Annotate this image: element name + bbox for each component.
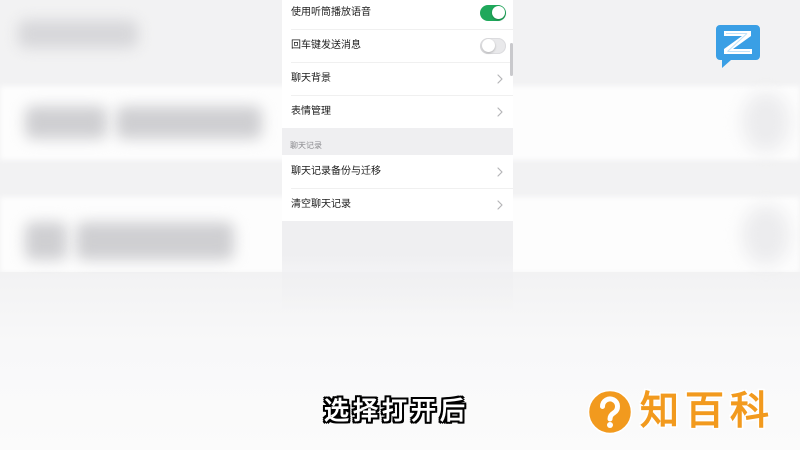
setting-label: 聊天记录备份与迁移 [291,165,381,177]
setting-row-backup-migrate[interactable]: 聊天记录备份与迁移 [282,155,513,188]
setting-label: 清空聊天记录 [291,198,351,210]
chevron-right-icon [497,166,503,177]
blurred-row-text [76,222,234,260]
setting-row-chat-background[interactable]: 聊天背景 [282,62,513,95]
toggle-knob [481,39,495,52]
blurred-page-title [18,20,138,48]
enter-to-send-toggle[interactable] [480,37,506,54]
video-subtitle: 选择打开后 [324,396,470,425]
scroll-indicator[interactable] [510,43,513,76]
blurred-row-text [25,106,107,139]
setting-row-enter-to-send[interactable]: 回车键发送消息 [282,29,513,62]
toggle-knob [491,6,505,19]
chevron-right-icon [497,199,503,210]
settings-list: 使用听筒播放语音 回车键发送消息 聊天背景 表情管理 聊天记录 聊天记录备份与迁… [282,0,513,221]
setting-row-earpiece-playback[interactable]: 使用听筒播放语音 [282,0,513,29]
watermark-text: 知百科 [640,389,776,434]
section-header-chat-history: 聊天记录 [290,141,322,150]
setting-row-sticker-management[interactable]: 表情管理 [282,95,513,128]
blurred-row-text [25,222,67,260]
speech-bubble-logo-icon [714,23,762,71]
blurred-chevron [742,205,790,265]
setting-row-clear-history[interactable]: 清空聊天记录 [282,188,513,221]
setting-label: 聊天背景 [291,72,331,84]
earpiece-playback-toggle[interactable] [480,4,506,21]
watermark: 知百科 [587,389,775,435]
video-frame: 使用听筒播放语音 回车键发送消息 聊天背景 表情管理 聊天记录 聊天记录备份与迁… [0,0,800,450]
chevron-right-icon [497,106,503,117]
blurred-chevron [742,92,790,152]
blurred-row-text [116,106,262,139]
setting-label: 回车键发送消息 [291,39,361,51]
settings-group-chat-history: 聊天记录备份与迁移 清空聊天记录 [282,155,513,221]
question-circle-icon [587,389,633,435]
setting-label: 使用听筒播放语音 [291,6,371,18]
settings-group-general: 使用听筒播放语音 回车键发送消息 聊天背景 表情管理 [282,0,513,128]
setting-label: 表情管理 [291,105,331,117]
chat-settings-panel: 使用听筒播放语音 回车键发送消息 聊天背景 表情管理 聊天记录 聊天记录备份与迁… [282,0,513,312]
chevron-right-icon [497,73,503,84]
